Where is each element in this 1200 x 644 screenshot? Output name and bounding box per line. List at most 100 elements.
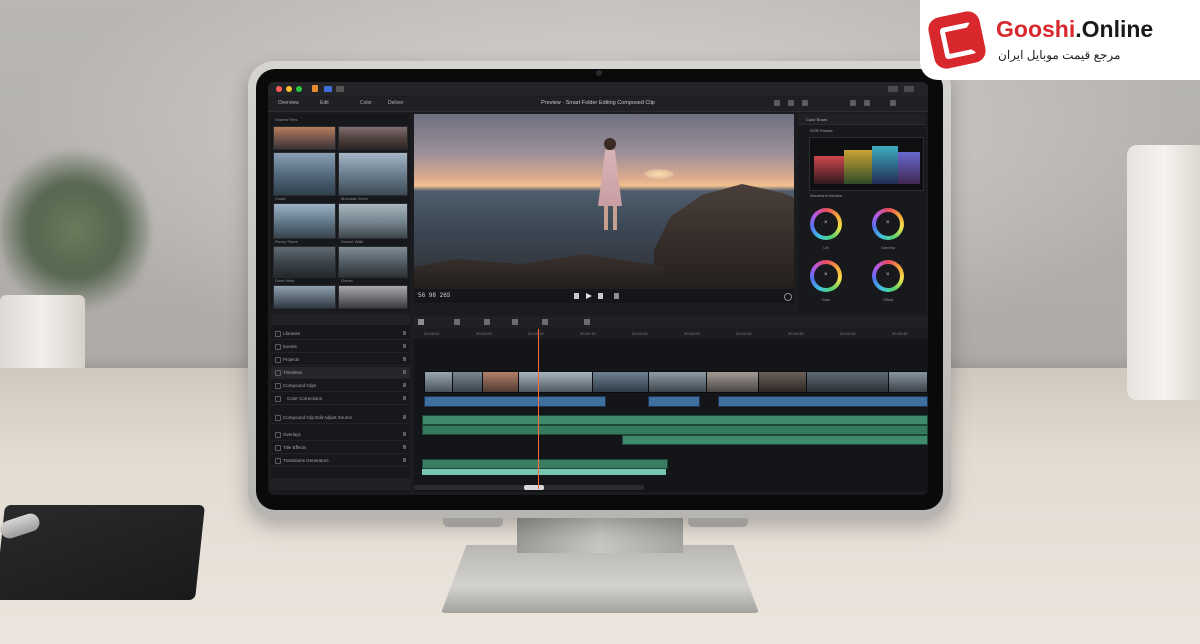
ruler-tick: 00:00:01	[424, 331, 440, 336]
list-item[interactable]: Color Corrections	[271, 393, 410, 405]
wheel-center-icon: ×	[886, 220, 890, 226]
ruler-tick: 00:00:15	[580, 331, 596, 336]
sound-effect-clip[interactable]	[422, 469, 666, 475]
snap-icon[interactable]	[512, 319, 518, 325]
share-icon[interactable]	[904, 86, 914, 92]
menu-item-color[interactable]: Color	[360, 100, 372, 106]
sun-glow	[644, 169, 674, 179]
brand-name: Gooshi.Online	[996, 16, 1154, 42]
audio-clip[interactable]	[718, 396, 928, 407]
timeline-toolbar	[414, 316, 928, 328]
media-thumbnail[interactable]	[338, 152, 408, 196]
media-browser: Shared Files Coast Mountain Drive Rocky …	[271, 114, 410, 310]
browser-caption: Ocean	[341, 278, 353, 283]
video-clip[interactable]	[452, 371, 484, 393]
media-thumbnail[interactable]	[273, 126, 336, 150]
brand-subtitle: مرجع قیمت موبایل ایران	[998, 48, 1121, 62]
video-clip[interactable]	[592, 371, 650, 393]
rock-formation	[654, 184, 794, 289]
fullscreen-icon[interactable]	[784, 293, 792, 301]
video-clip[interactable]	[482, 371, 520, 393]
music-clip[interactable]	[622, 435, 928, 445]
step-forward-icon[interactable]	[598, 293, 603, 299]
video-clip[interactable]	[424, 371, 454, 393]
browser-caption: Dune View	[275, 278, 295, 283]
video-clip[interactable]	[706, 371, 760, 393]
person-head	[604, 138, 616, 150]
list-item[interactable]: Events	[271, 341, 410, 353]
trim-tool-icon[interactable]	[454, 319, 460, 325]
browser-caption: Rocky Shore	[275, 239, 298, 244]
browser-caption: Coast	[275, 196, 286, 201]
list-item-selected[interactable]: Timelines	[271, 367, 410, 379]
import-icon[interactable]	[788, 100, 794, 106]
music-clip[interactable]	[422, 415, 928, 425]
media-thumbnail[interactable]	[273, 285, 336, 309]
loop-icon[interactable]	[614, 293, 619, 299]
menu-item-deliver[interactable]: Deliver	[388, 100, 404, 106]
audio-clip[interactable]	[424, 396, 606, 407]
menu-item-edit[interactable]: Edit	[320, 100, 329, 106]
window-title: Preview · Smart Folder Editing Composed …	[541, 100, 655, 106]
video-clip[interactable]	[758, 371, 808, 393]
minimize-window-icon[interactable]	[286, 86, 292, 92]
settings-icon[interactable]	[890, 100, 896, 106]
marker-icon[interactable]	[542, 319, 548, 325]
title-bar	[268, 82, 928, 96]
scope-green-channel	[844, 150, 872, 184]
list-item[interactable]: Libraries	[271, 328, 410, 340]
zoom-icon[interactable]	[584, 319, 590, 325]
video-viewer[interactable]	[414, 114, 794, 289]
layout-toggle-icon[interactable]	[888, 86, 898, 92]
menu-item-overview[interactable]: Overview	[278, 100, 299, 106]
menu-bar: Overview Edit Color Deliver Preview · Sm…	[268, 97, 928, 112]
timeline-tracks[interactable]	[414, 339, 928, 492]
step-back-icon[interactable]	[574, 293, 579, 299]
inspector-toggle-icon[interactable]	[850, 100, 856, 106]
list-item[interactable]: Compound Clips	[271, 380, 410, 392]
list-item[interactable]: Overlays	[271, 429, 410, 441]
timeline-toggle-icon[interactable]	[864, 100, 870, 106]
scrollbar-thumb[interactable]	[524, 485, 544, 490]
zoom-window-icon[interactable]	[296, 86, 302, 92]
wheel-center-icon: ×	[824, 220, 828, 226]
list-item[interactable]: Compound Clip Edit Adjust Source	[271, 412, 410, 424]
browser-caption: Shared Files	[275, 117, 298, 122]
close-window-icon[interactable]	[276, 86, 282, 92]
music-clip[interactable]	[422, 425, 928, 435]
playhead[interactable]	[538, 329, 539, 489]
media-thumbnail[interactable]	[338, 203, 408, 239]
media-thumbnail[interactable]	[338, 285, 408, 309]
ruler-tick: 00:00:20	[632, 331, 648, 336]
media-thumbnail[interactable]	[338, 246, 408, 278]
video-clip[interactable]	[648, 371, 708, 393]
audio-clip[interactable]	[648, 396, 700, 407]
wheel-label: Gain	[821, 297, 831, 302]
media-thumbnail[interactable]	[338, 126, 408, 150]
list-item[interactable]: Projects	[271, 354, 410, 366]
render-icon[interactable]	[774, 100, 780, 106]
list-item[interactable]: Transitions Generators	[271, 455, 410, 467]
video-clip[interactable]	[518, 371, 594, 393]
video-clip[interactable]	[888, 371, 928, 393]
video-clip[interactable]	[806, 371, 890, 393]
tablet-stand-neck	[517, 513, 683, 553]
ruler-tick: 00:00:45	[892, 331, 908, 336]
media-thumbnail[interactable]	[273, 246, 336, 278]
media-thumbnail[interactable]	[273, 203, 336, 239]
media-thumbnail[interactable]	[273, 152, 336, 196]
sound-effect-clip[interactable]	[422, 459, 668, 469]
scope-cyan-channel	[872, 146, 898, 184]
library-icon[interactable]	[324, 86, 332, 92]
select-tool-icon[interactable]	[418, 319, 424, 325]
media-icon[interactable]	[336, 86, 344, 92]
rgb-parade-scope	[809, 137, 924, 191]
camera-icon	[596, 70, 602, 76]
play-icon[interactable]	[586, 293, 592, 299]
blade-tool-icon[interactable]	[484, 319, 490, 325]
scope-red-channel	[814, 156, 844, 184]
ruler-tick: 00:00:35	[788, 331, 804, 336]
keyword-icon[interactable]	[802, 100, 808, 106]
list-item[interactable]: Title Effects	[271, 442, 410, 454]
inspector-tab[interactable]: Color Board	[806, 117, 827, 122]
